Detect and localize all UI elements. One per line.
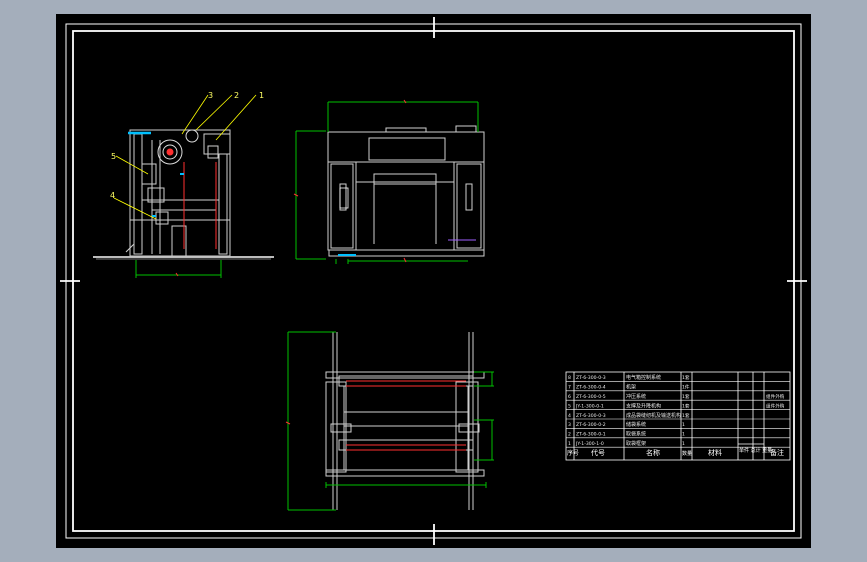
bom-cell-name: 取袋系统 [626,431,646,438]
bom-header-qty: 数量 [682,450,692,457]
cad-drawing: 1 2 3 4 5 8 ZT-6-300-0-3 电气箱控制系统 1套7 ZT-… [60,17,807,545]
bom-cell-name: 储袋系统 [626,421,646,428]
bom-cell-no: 1 [568,441,571,447]
bom-cell-code: JY-1-300-0-1 [575,403,604,409]
bom-cell-code: ZT-6-300-0-5 [576,394,606,400]
bom-cell-no: 4 [568,413,571,419]
front-view [293,99,485,264]
centering-marks [60,17,807,545]
bom-cell-qty: 1套 [682,393,690,400]
bom-cell-qty: 1 [682,422,685,428]
bom-row: 6 ZT-6-300-0-5 冲压系统 1套 组件外购 [568,393,785,400]
drawing-canvas: 1 2 3 4 5 8 ZT-6-300-0-3 电气箱控制系统 1套 7 ZT… [56,14,811,548]
bom-cell-no: 7 [568,385,571,391]
balloon-5: 5 [111,152,116,161]
bom-cell-code: ZT-6-300-0-3 [576,413,606,419]
bom-cell-code: ZT-6-300-0-3 [576,375,606,381]
bom-row: 4 ZT-6-300-0-3 成品袋缝纫机及输送机构 1套 [568,412,690,419]
bom-cell-no: 6 [568,394,571,400]
bom-row: 2 ZT-6-300-0-1 取袋系统 1 [568,431,685,438]
bom-row: 5 JY-1-300-0-1 支撑及升降机构 1套 组件外购 [568,402,785,409]
balloon-2: 2 [234,91,239,100]
top-view [285,331,494,511]
balloon-1: 1 [259,91,264,100]
bom-cell-code: ZT-6-300-0-4 [576,385,606,391]
bom-header-name: 名称 [646,448,660,457]
side-view [93,94,274,278]
bom-cell-qty: 1套 [682,412,690,419]
bom-header-remark: 备注 [770,448,784,457]
balloon-4: 4 [110,191,115,200]
drawing-frame [65,23,802,539]
bom-cell-code: ZT-6-300-0-2 [576,422,606,428]
bom-row: 8 ZT-6-300-0-3 电气箱控制系统 1套 [568,374,690,381]
bom-header: 序号 代号 名称 数量 材料 单件 总计 重量 备注 [567,447,784,457]
bom-cell-qty: 1套 [682,374,690,381]
bom-cell-code: JY-1-300-1-0 [575,441,604,447]
bom-cell-name: 取袋框架 [626,440,646,447]
bom-cell-no: 3 [568,422,571,428]
bom-cell-name: 支撑及升降机构 [626,402,661,409]
bom-cell-code: ZT-6-300-0-1 [576,432,606,438]
bom-header-code: 代号 [591,448,605,457]
balloon-3: 3 [208,91,213,100]
bom-row: 7 ZT-6-300-0-4 机架 1件 [568,384,690,391]
bom-cell-no: 2 [568,432,571,438]
bom-header-no: 序号 [567,449,579,457]
bom-row: 1 JY-1-300-1-0 取袋框架 1 [568,440,685,447]
bom-cell-name: 机架 [626,384,636,391]
bom-rows: 8 ZT-6-300-0-3 电气箱控制系统 1套 7 ZT-6-300-0-4 机架 1件 6… [568,374,785,447]
bom-cell-remark: 组件外购 [766,393,785,400]
bom-cell-qty: 1 [682,441,685,447]
bom-cell-no: 8 [568,375,571,381]
bom-cell-name: 电气箱控制系统 [626,374,661,381]
bom-cell-qty: 1 [682,432,685,438]
bom-header-material: 材料 [708,448,722,457]
bom-cell-qty: 1套 [682,402,690,409]
bom-row: 3 ZT-6-300-0-2 储袋系统 1 [568,421,685,428]
bom-cell-remark: 组件外购 [766,402,785,409]
bom-cell-name: 成品袋缝纫机及输送机构 [626,412,681,419]
bom-header-weight: 单件 总计 重量 [739,447,772,454]
bom-cell-no: 5 [568,403,571,409]
bom-cell-name: 冲压系统 [626,393,646,400]
bom-cell-qty: 1件 [682,384,690,391]
